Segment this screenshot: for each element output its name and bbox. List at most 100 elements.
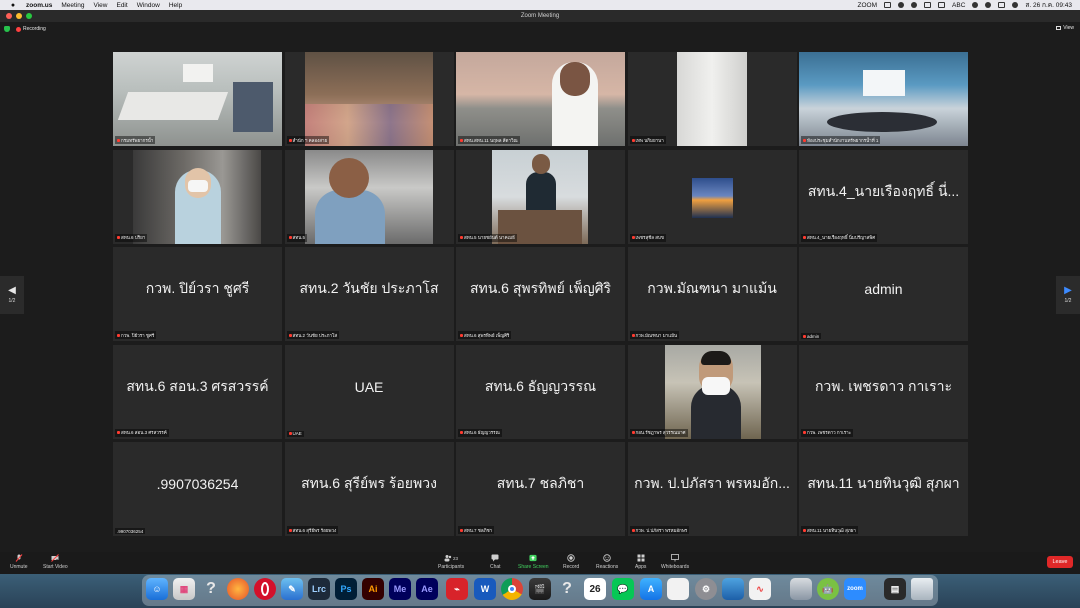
status-dot-icon[interactable] <box>898 2 905 8</box>
final-cut-icon[interactable]: 🎬 <box>529 578 551 600</box>
participant-display-name: สทน.6 สุรีย์พร ร้อยพวง <box>301 475 437 491</box>
participant-tile[interactable]: กวพ.มัณฑนา มาแม้น กวพ.มัณฑนา มาแม้น <box>627 247 797 341</box>
participant-tile[interactable]: สทน.5 นายชยันต์ นาคเมธี <box>456 149 625 244</box>
participant-tile[interactable]: สำนัก ฯ คลองสาย <box>284 52 454 146</box>
participant-tile[interactable]: สทน.2 วันชัย ประภาโส สทน.2 วันชัย ประภาโ… <box>284 247 454 341</box>
menu-window[interactable]: Window <box>137 2 160 9</box>
illustrator-icon[interactable]: Ai <box>362 578 384 600</box>
participant-tile[interactable]: สทน.11 นายทินวุฒิ สุภผา สทน.11 นายทินวุฒ… <box>799 442 968 536</box>
record-status-icon[interactable] <box>911 2 918 8</box>
participant-tile[interactable]: สทน.6 ปริยา <box>113 149 282 244</box>
meeting-toolbar: Unmute Start Video 23 Participants Chat <box>0 552 1080 574</box>
record-button[interactable]: Record <box>563 554 579 570</box>
zoom-app-icon[interactable]: zoom <box>844 578 866 600</box>
participant-tile[interactable]: สทน.6 สุพรทิพย์ เพ็ญศิริ สทน.6 สุพรทิพย์… <box>456 247 625 341</box>
participant-tile[interactable]: admin admin <box>799 247 968 341</box>
participant-name-text: สทน.5 นายชยันต์ นาคเมธี <box>464 235 515 240</box>
menu-view[interactable]: View <box>94 2 108 9</box>
whiteboards-button[interactable]: Whiteboards <box>661 554 689 570</box>
apps-button[interactable]: Apps <box>635 554 646 570</box>
recent-stack-icon[interactable]: ▤ <box>884 578 906 600</box>
system-preferences-icon[interactable]: ⚙ <box>695 578 717 600</box>
participant-name-text: สทน.2 วันชัย ประภาโส <box>292 332 338 338</box>
participant-tile[interactable]: สทน.6 สอน.3 ศรสวรรค์ สทน.6 สอน.3 ศรสวรรค… <box>113 344 282 439</box>
photoshop-icon[interactable]: Ps <box>335 578 357 600</box>
apple-icon[interactable]: ● <box>8 1 18 9</box>
leave-button[interactable]: Leave <box>1047 556 1073 568</box>
participant-tile[interactable]: สทน.6 สุรีย์พร ร้อยพวง สทน.6 สุรีย์พร ร้… <box>284 442 454 536</box>
chat-button[interactable]: Chat <box>490 554 501 570</box>
unmute-button[interactable]: Unmute <box>10 554 28 570</box>
lightroom-classic-icon[interactable]: Lrc <box>308 578 330 600</box>
menu-help[interactable]: Help <box>169 2 182 9</box>
line-icon[interactable]: 💬 <box>612 578 634 600</box>
participant-name: กวพ.มัณฑนา มาแม้น <box>629 331 680 339</box>
menu-meeting[interactable]: Meeting <box>61 2 84 9</box>
start-video-button[interactable]: Start Video <box>43 554 68 570</box>
security-shield-icon[interactable] <box>4 26 10 32</box>
participant-tile[interactable]: กรมทรัพยากรน้ำ <box>113 52 282 146</box>
keyboard-layout[interactable]: ABC <box>952 2 965 9</box>
battery-icon[interactable] <box>924 2 932 8</box>
finder-icon[interactable]: ☺ <box>146 578 168 600</box>
image-capture-icon[interactable] <box>722 578 744 600</box>
trash-icon[interactable] <box>911 578 933 600</box>
next-page-button[interactable]: ▶ 1/2 <box>1056 276 1080 314</box>
launchpad-icon[interactable]: ▦ <box>173 578 195 600</box>
menu-zoom-label[interactable]: ZOOM <box>858 2 878 9</box>
pixelmator-icon[interactable]: ✎ <box>281 578 303 600</box>
participant-tile[interactable]: กวพ. เพชรดาว กาเราะ กวพ. เพชรดาว กาเราะ <box>799 344 968 439</box>
participant-name: สทน.สทน.11 นฤพล สีดาวิณ <box>458 136 520 144</box>
input-source-icon[interactable] <box>938 2 946 8</box>
menu-clock[interactable]: ส. 26 ก.ค. 09:43 <box>1025 0 1072 10</box>
siri-icon[interactable] <box>1012 2 1019 8</box>
participant-tile[interactable]: เพชรสุชีล สบข <box>627 149 797 244</box>
calendar-icon[interactable]: 26 <box>584 578 606 600</box>
disk-utility-icon[interactable] <box>790 578 812 600</box>
fullscreen-window-button[interactable] <box>26 13 32 19</box>
participant-tile[interactable]: เทพ นกิมยานา <box>627 52 797 146</box>
firefox-icon[interactable] <box>227 578 249 600</box>
participant-tile[interactable]: สทน.5 <box>284 149 454 244</box>
participant-tile[interactable]: สทน.4_นายเรืองฤทธิ์ นี่... สทน.4_นายเรือ… <box>799 149 968 244</box>
reactions-label: Reactions <box>596 564 619 570</box>
app-store-icon[interactable]: A <box>640 578 662 600</box>
menu-edit[interactable]: Edit <box>116 2 127 9</box>
camera-icon[interactable] <box>884 2 892 8</box>
reactions-button[interactable]: Reactions <box>596 554 618 570</box>
participant-tile[interactable]: สทน.6 ธัญญวรรณ สทน.6 ธัญญวรรณ <box>456 344 625 439</box>
participant-name: สทน.5 นายชยันต์ นาคเมธี <box>458 233 517 242</box>
participant-tile[interactable]: กวพ. ป.ปภัสรา พรหมอัก... กวพ. ป.ปภัสรา พ… <box>627 442 797 536</box>
android-icon[interactable]: 🤖 <box>817 578 839 600</box>
chrome-icon[interactable] <box>501 578 523 600</box>
acrobat-icon[interactable]: ⌁ <box>446 578 468 600</box>
menu-app-name[interactable]: zoom.us <box>26 2 52 9</box>
help-app-icon-2[interactable]: ? <box>556 578 578 600</box>
spotlight-icon[interactable] <box>985 2 992 8</box>
close-window-button[interactable] <box>6 13 12 19</box>
participant-tile[interactable]: ห้องประชุมสำนักงานทรัพยากรน้ำที่ 1 <box>799 52 968 146</box>
control-center-icon[interactable] <box>998 2 1006 8</box>
previous-page-button[interactable]: ◀ 1/2 <box>0 276 24 314</box>
view-button[interactable]: View <box>1056 25 1074 31</box>
participant-tile[interactable]: กวพ. ปิย์วรา ชูศรี กวพ. ปิย์วรา ชูศรี <box>113 247 282 341</box>
wifi-icon[interactable] <box>972 2 979 8</box>
participant-tile[interactable]: UAE UAE <box>284 344 454 439</box>
participants-button[interactable]: 23 Participants <box>438 554 464 570</box>
preview-icon[interactable] <box>667 578 689 600</box>
participant-tile[interactable]: สทน.สทน.11 นฤพล สีดาวิณ <box>456 52 625 146</box>
help-app-icon[interactable]: ? <box>200 578 222 600</box>
word-icon[interactable]: W <box>474 578 496 600</box>
share-screen-button[interactable]: Share Screen <box>518 554 549 570</box>
opera-icon[interactable] <box>254 578 276 600</box>
participant-tile[interactable]: .9907036254 .9907036254 <box>113 442 282 536</box>
start-video-label: Start Video <box>43 564 68 570</box>
after-effects-icon[interactable]: Ae <box>416 578 438 600</box>
minimize-window-button[interactable] <box>16 13 22 19</box>
participant-name-text: กรมทรัพยากรน้ำ <box>121 137 154 143</box>
activity-monitor-icon[interactable]: ∿ <box>749 578 771 600</box>
participant-tile[interactable]: สทน.7 ชลภิชา สทน.7 ชลภิชา <box>456 442 625 536</box>
view-label: View <box>1063 25 1074 31</box>
participant-tile[interactable]: กอน.รัชฎาพร สุวรรณมาศ <box>627 344 797 439</box>
media-encoder-icon[interactable]: Me <box>389 578 411 600</box>
